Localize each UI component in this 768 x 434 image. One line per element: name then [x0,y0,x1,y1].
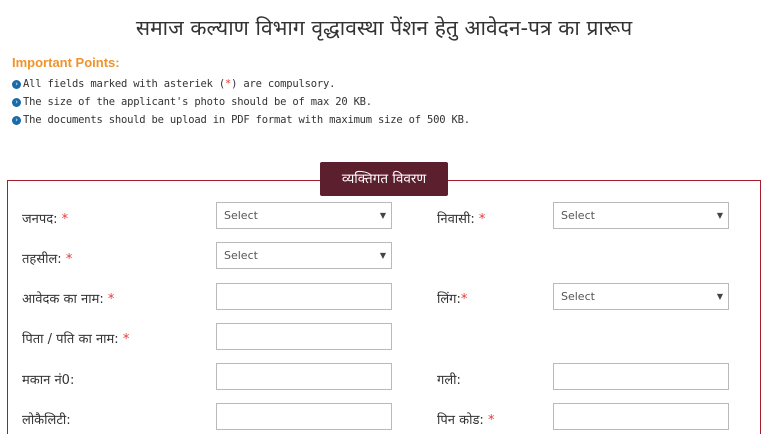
required-asterisk: * [65,252,73,267]
label-text: आवेदक का नाम: [22,292,104,307]
required-asterisk: * [487,413,495,428]
chevron-right-circle-icon: › [12,115,21,125]
required-asterisk: * [122,332,130,347]
dropdown-caret-icon: ▼ [716,292,723,301]
section-legend: व्यक्तिगत विवरण [320,162,448,196]
select-value: Select [561,209,595,222]
gender-label: लिंग:* [437,289,467,307]
required-asterisk: * [61,212,69,227]
applicant-name-input[interactable] [216,283,392,310]
label-text: निवासी: [437,212,475,227]
chevron-right-circle-icon: › [12,97,21,107]
point-text: The documents should be upload in PDF fo… [23,114,470,126]
select-value: Select [224,209,258,222]
chevron-right-circle-icon: › [12,79,21,89]
point-text-post: ) are compulsory. [231,78,336,90]
select-value: Select [561,290,595,303]
page-title: समाज कल्याण विभाग वृद्धावस्था पेंशन हेतु… [135,16,633,40]
applicant-name-label: आवेदक का नाम: * [22,289,114,307]
pin-code-input[interactable] [553,403,729,430]
select-value: Select [224,249,258,262]
locality-input[interactable] [216,403,392,430]
pin-code-label: पिन कोड: * [437,410,494,428]
house-no-input[interactable] [216,363,392,390]
required-asterisk: * [460,292,468,307]
important-point-3: › The documents should be upload in PDF … [12,114,470,126]
father-husband-name-label: पिता / पति का नाम: * [22,329,129,347]
niwasi-select[interactable]: Select ▼ [553,202,729,229]
street-input[interactable] [553,363,729,390]
required-asterisk: * [478,212,486,227]
pension-form-page: समाज कल्याण विभाग वृद्धावस्था पेंशन हेतु… [0,0,768,434]
label-text: पिन कोड: [437,413,484,428]
street-label: गली: [437,373,461,388]
tehsil-select[interactable]: Select ▼ [216,242,392,269]
gender-select[interactable]: Select ▼ [553,283,729,310]
important-points-heading: Important Points: [12,55,120,70]
label-text: लिंग: [437,292,461,307]
dropdown-caret-icon: ▼ [379,251,386,260]
label-text: जनपद: [22,212,58,227]
tehsil-label: तहसील: * [22,249,72,267]
janpad-select[interactable]: Select ▼ [216,202,392,229]
required-asterisk: * [107,292,115,307]
point-text: The size of the applicant's photo should… [23,96,372,108]
important-point-1: › All fields marked with asteriek ( * ) … [12,78,335,90]
niwasi-label: निवासी: * [437,209,485,227]
dropdown-caret-icon: ▼ [379,211,386,220]
label-text: तहसील: [22,252,62,267]
house-no-label: मकान नं0: [22,373,75,388]
locality-label: लोकैलिटी: [22,413,71,428]
dropdown-caret-icon: ▼ [716,211,723,220]
important-point-2: › The size of the applicant's photo shou… [12,96,372,108]
point-text-pre: All fields marked with asteriek ( [23,78,226,90]
father-husband-name-input[interactable] [216,323,392,350]
label-text: पिता / पति का नाम: [22,332,119,347]
janpad-label: जनपद: * [22,209,68,227]
